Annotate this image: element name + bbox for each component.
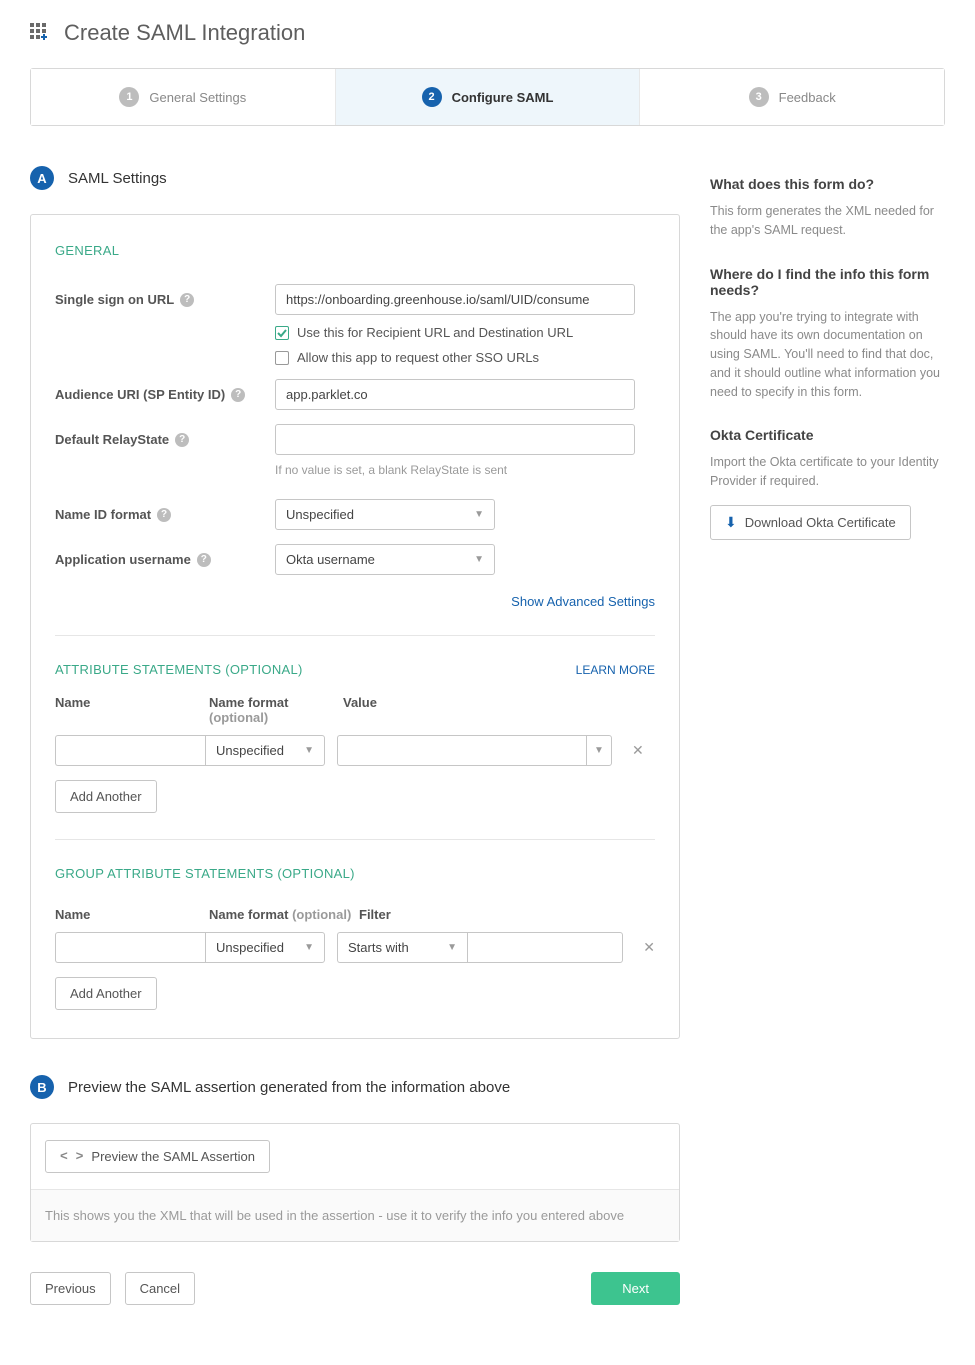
other-sso-label: Allow this app to request other SSO URLs [297,350,539,365]
col-format-header: Name format [209,907,288,922]
col-name-header: Name [55,907,209,922]
col-value-header: Value [343,695,655,725]
help-icon[interactable]: ? [231,388,245,402]
download-cert-button[interactable]: ⬇ Download Okta Certificate [710,505,911,540]
chevron-down-icon: ▼ [304,942,314,953]
section-b-badge: B [30,1075,54,1099]
wizard-step-general[interactable]: 1 General Settings [31,69,336,125]
code-icon: < > [60,1149,83,1164]
attr-value-picker[interactable]: ▼ [586,735,612,766]
wizard-step-configure-saml[interactable]: 2 Configure SAML [336,69,641,125]
nameid-format-label: Name ID format [55,507,151,522]
add-another-group-button[interactable]: Add Another [55,977,157,1010]
section-b-title: Preview the SAML assertion generated fro… [68,1079,510,1096]
wizard-step-feedback[interactable]: 3 Feedback [640,69,944,125]
audience-uri-label: Audience URI (SP Entity ID) [55,387,225,402]
recipient-url-label: Use this for Recipient URL and Destinati… [297,325,573,340]
section-a-badge: A [30,166,54,190]
nameid-format-value: Unspecified [286,507,354,522]
relaystate-label: Default RelayState [55,432,169,447]
sidebar-p2: The app you're trying to integrate with … [710,308,945,402]
sidebar-p3: Import the Okta certificate to your Iden… [710,453,945,491]
attr-format-select[interactable]: Unspecified ▼ [205,735,325,766]
col-format-header: Name format [209,695,288,710]
app-username-select[interactable]: Okta username ▼ [275,544,495,575]
attr-format-value: Unspecified [216,743,284,758]
app-username-label: Application username [55,552,191,567]
saml-settings-card: GENERAL Single sign on URL ? Use this fo… [30,214,680,1039]
attr-name-input[interactable] [55,735,205,766]
help-icon[interactable]: ? [180,293,194,307]
chevron-down-icon: ▼ [447,942,457,953]
attribute-statements-heading: ATTRIBUTE STATEMENTS (OPTIONAL) [55,662,303,677]
other-sso-checkbox[interactable] [275,351,289,365]
apps-grid-icon [30,23,50,43]
chevron-down-icon: ▼ [474,509,484,520]
help-icon[interactable]: ? [197,553,211,567]
help-icon[interactable]: ? [157,508,171,522]
step-label: Feedback [779,90,836,105]
attr-value-input[interactable] [337,735,586,766]
group-format-select[interactable]: Unspecified ▼ [205,932,325,963]
relaystate-hint: If no value is set, a blank RelayState i… [275,463,655,477]
step-label: General Settings [149,90,246,105]
page-title: Create SAML Integration [64,20,305,46]
sidebar-h2: Where do I find the info this form needs… [710,266,945,298]
previous-button[interactable]: Previous [30,1272,111,1305]
attribute-row: Unspecified ▼ ▼ ✕ [55,735,655,766]
relaystate-input[interactable] [275,424,635,455]
sso-url-input[interactable] [275,284,635,315]
group-filter-input[interactable] [467,932,623,963]
step-label: Configure SAML [452,90,554,105]
wizard-steps: 1 General Settings 2 Configure SAML 3 Fe… [30,68,945,126]
chevron-down-icon: ▼ [304,745,314,756]
chevron-down-icon: ▼ [474,554,484,565]
general-heading: GENERAL [55,243,655,258]
remove-row-icon[interactable]: ✕ [632,742,644,759]
preview-card: < > Preview the SAML Assertion This show… [30,1123,680,1242]
nameid-format-select[interactable]: Unspecified ▼ [275,499,495,530]
help-icon[interactable]: ? [175,433,189,447]
group-name-input[interactable] [55,932,205,963]
sidebar-h1: What does this form do? [710,176,945,192]
sso-url-label: Single sign on URL [55,292,174,307]
step-number-badge: 3 [749,87,769,107]
col-filter-header: Filter [359,907,655,922]
recipient-url-checkbox[interactable] [275,326,289,340]
learn-more-link[interactable]: LEARN MORE [576,663,655,677]
group-filter-value: Starts with [348,940,409,955]
app-username-value: Okta username [286,552,375,567]
col-name-header: Name [55,695,209,725]
next-button[interactable]: Next [591,1272,680,1305]
show-advanced-link[interactable]: Show Advanced Settings [511,594,655,609]
remove-row-icon[interactable]: ✕ [643,939,655,956]
audience-uri-input[interactable] [275,379,635,410]
add-another-attr-button[interactable]: Add Another [55,780,157,813]
group-attribute-row: Unspecified ▼ Starts with ▼ ✕ [55,932,655,963]
col-format-optional: (optional) [209,710,268,725]
group-format-value: Unspecified [216,940,284,955]
col-format-optional: (optional) [292,907,351,922]
cancel-button[interactable]: Cancel [125,1272,195,1305]
download-icon: ⬇ [725,514,737,531]
step-number-badge: 2 [422,87,442,107]
preview-hint: This shows you the XML that will be used… [31,1190,679,1241]
preview-saml-button[interactable]: < > Preview the SAML Assertion [45,1140,270,1173]
group-filter-select[interactable]: Starts with ▼ [337,932,467,963]
sidebar-h3: Okta Certificate [710,427,945,443]
section-a-title: SAML Settings [68,170,167,187]
sidebar-p1: This form generates the XML needed for t… [710,202,945,240]
step-number-badge: 1 [119,87,139,107]
group-attribute-heading: GROUP ATTRIBUTE STATEMENTS (OPTIONAL) [55,866,655,881]
